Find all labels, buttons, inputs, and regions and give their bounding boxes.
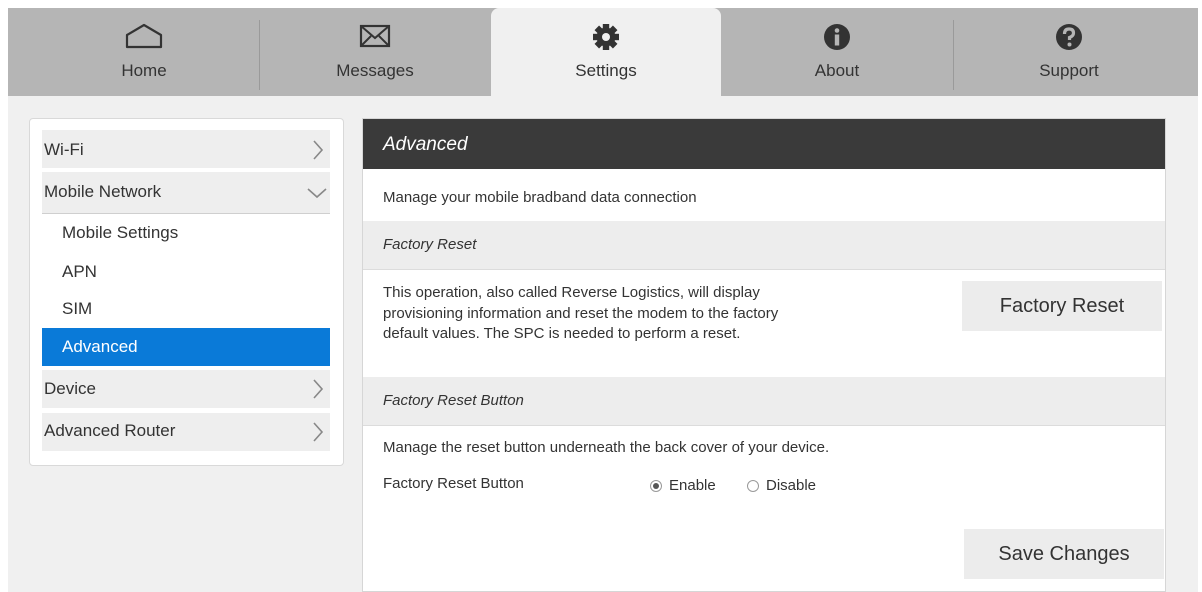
sidebar-subitem-label: Mobile Settings — [62, 223, 179, 242]
panel-title: Advanced — [383, 134, 468, 155]
save-changes-button[interactable]: Save Changes — [964, 529, 1164, 579]
sidebar: Wi-Fi Mobile Network Mobile Settings APN… — [29, 118, 344, 466]
disable-radio-label: Disable — [766, 477, 817, 494]
gear-icon — [491, 23, 721, 51]
enable-radio[interactable] — [650, 480, 662, 492]
sidebar-subitem-label: SIM — [62, 299, 93, 318]
sidebar-item-advanced-router[interactable]: Advanced Router — [42, 413, 330, 451]
envelope-icon — [260, 23, 490, 51]
factory-reset-description-line: provisioning information and reset the m… — [383, 305, 779, 322]
enable-radio-label: Enable — [669, 477, 716, 494]
section-header-factory-reset: Factory Reset — [363, 221, 1165, 269]
info-icon — [722, 23, 952, 51]
sidebar-subitem-advanced[interactable]: Advanced — [42, 328, 330, 366]
chevron-right-icon — [312, 421, 324, 448]
sidebar-item-mobile-network[interactable]: Mobile Network — [42, 172, 330, 214]
factory-reset-description-line: This operation, also called Reverse Logi… — [383, 284, 760, 301]
chevron-right-icon — [312, 378, 324, 405]
tab-about-label: About — [814, 61, 860, 80]
factory-reset-description-line: default values. The SPC is needed to per… — [383, 325, 741, 342]
sidebar-item-label: Mobile Network — [44, 182, 162, 201]
sidebar-subitem-label: APN — [62, 262, 97, 281]
top-nav: Home Messages Settings About Support — [8, 8, 1198, 96]
panel-header: Advanced — [363, 119, 1165, 169]
chevron-right-icon — [312, 139, 324, 166]
chevron-down-icon — [306, 186, 328, 204]
tab-messages-label: Messages — [336, 61, 414, 80]
home-icon — [29, 23, 259, 51]
disable-radio[interactable] — [747, 480, 759, 492]
divider — [363, 269, 1165, 270]
tab-settings-label: Settings — [575, 61, 637, 80]
tab-settings[interactable]: Settings — [491, 8, 721, 96]
section-title: Factory Reset Button — [383, 392, 524, 409]
tab-home[interactable]: Home — [29, 8, 259, 96]
section-header-factory-reset-button: Factory Reset Button — [363, 377, 1165, 425]
page-frame: Home Messages Settings About Support Wi-… — [8, 8, 1198, 592]
panel-intro: Manage your mobile bradband data connect… — [383, 189, 697, 206]
sidebar-subitem-label: Advanced — [62, 337, 138, 356]
sidebar-item-label: Advanced Router — [44, 421, 176, 440]
tab-home-label: Home — [121, 61, 167, 80]
section-title: Factory Reset — [383, 236, 477, 253]
divider — [42, 213, 330, 214]
sidebar-subitem-sim[interactable]: SIM — [42, 291, 330, 328]
sidebar-item-label: Wi-Fi — [44, 140, 84, 159]
sidebar-subitem-mobile-settings[interactable]: Mobile Settings — [42, 215, 330, 253]
sidebar-item-device[interactable]: Device — [42, 370, 330, 408]
question-icon — [954, 23, 1184, 51]
factory-reset-button[interactable]: Factory Reset — [962, 281, 1162, 331]
reset-button-field-label: Factory Reset Button — [383, 475, 524, 492]
divider — [363, 425, 1165, 426]
tab-support-label: Support — [1039, 61, 1099, 80]
tab-support[interactable]: Support — [954, 8, 1184, 96]
sidebar-item-wifi[interactable]: Wi-Fi — [42, 130, 330, 168]
sidebar-item-label: Device — [44, 379, 96, 398]
tab-about[interactable]: About — [722, 8, 952, 96]
tab-messages[interactable]: Messages — [260, 8, 490, 96]
sidebar-subitem-apn[interactable]: APN — [42, 253, 330, 291]
advanced-panel: Advanced Manage your mobile bradband dat… — [362, 118, 1166, 592]
reset-button-description: Manage the reset button underneath the b… — [383, 439, 830, 456]
